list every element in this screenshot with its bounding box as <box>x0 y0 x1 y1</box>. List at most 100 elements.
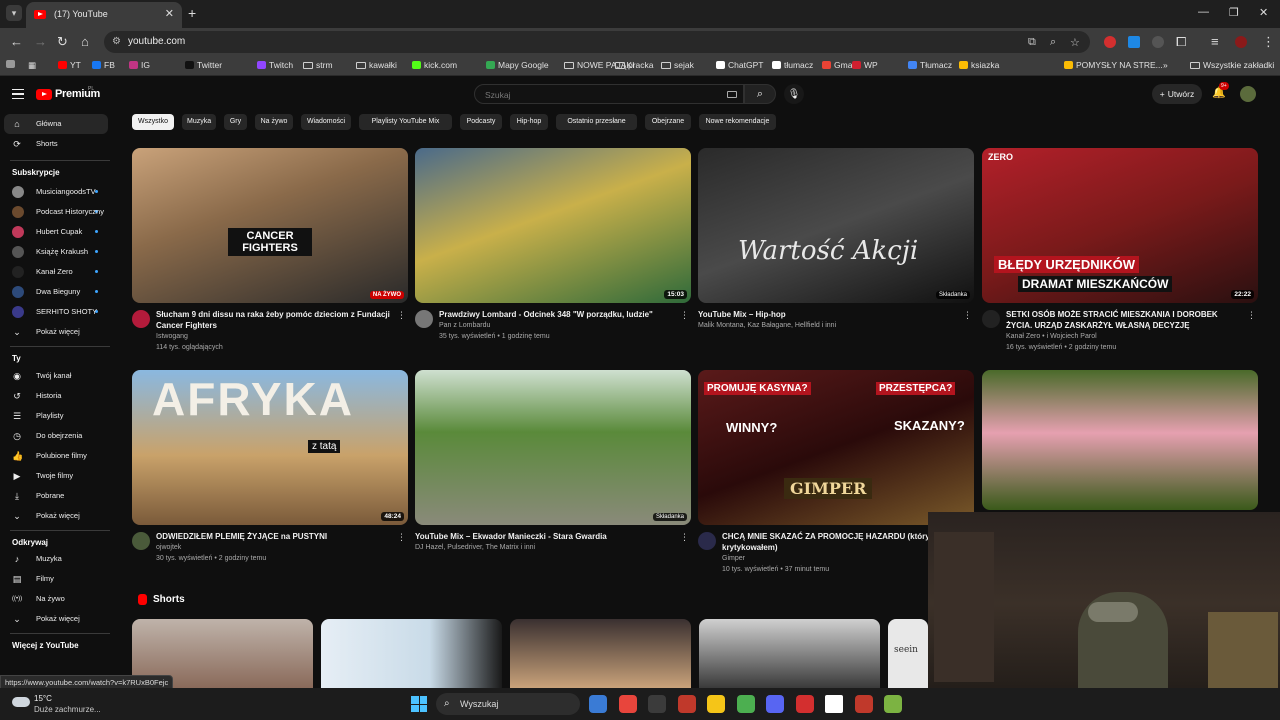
video-thumbnail[interactable]: AFRYKA z tatą 48:24 <box>132 370 408 525</box>
short-thumbnail[interactable] <box>510 619 691 688</box>
sidebar-item[interactable]: ↺ Historia <box>4 386 108 406</box>
forward-icon[interactable]: → <box>34 34 47 49</box>
cloud-icon[interactable] <box>12 697 30 707</box>
browser-tab-youtube[interactable]: (17) YouTube ✕ <box>26 2 182 28</box>
bookmark-item[interactable]: FB <box>92 60 115 70</box>
video-thumbnail[interactable] <box>982 370 1258 510</box>
video-thumbnail[interactable]: PROMUJĘ KASYNA? PRZESTĘPCA? WINNY? SKAZANY?… <box>698 370 974 525</box>
record-extension-icon[interactable] <box>1104 36 1116 48</box>
sidebar-item[interactable]: ◉ Twój kanał <box>4 366 108 386</box>
taskbar-app-icon[interactable] <box>677 695 696 713</box>
channel-name[interactable]: Gimper <box>722 555 745 562</box>
all-bookmarks[interactable]: Wszystkie zakładki <box>1190 60 1274 70</box>
more-actions-icon[interactable]: ⋮ <box>680 532 689 543</box>
video-card[interactable]: AFRYKA z tatą 48:24 ODWIEDZIŁEM PLEMIĘ ŻYJĄ… <box>132 370 408 580</box>
sidebar-item[interactable]: ♪ Muzyka <box>4 549 108 569</box>
video-card[interactable]: ZERO BŁĘDY URZĘDNIKÓW DRAMAT MIESZKAŃCÓW 22… <box>982 148 1258 358</box>
voice-search-icon[interactable]: 🎙 <box>784 84 804 104</box>
video-card[interactable]: 15:03 Prawdziwy Lombard - Odcinek 348 "W … <box>415 148 691 358</box>
subscription-item[interactable]: SERHITO SHOTY <box>4 302 108 322</box>
start-windows-icon[interactable] <box>411 696 427 712</box>
reload-icon[interactable]: ↻ <box>57 34 68 50</box>
taskbar-app-icon[interactable] <box>589 695 607 713</box>
bookmark-item[interactable]: sejak <box>661 60 694 70</box>
filter-chip[interactable]: Playlisty YouTube Mix <box>359 114 452 130</box>
bookmark-item[interactable]: pracka <box>615 60 654 70</box>
taskbar-app-icon[interactable] <box>884 695 902 713</box>
video-thumbnail[interactable]: Składanka <box>415 370 691 525</box>
channel-avatar[interactable] <box>982 310 1000 328</box>
short-thumbnail[interactable] <box>321 619 502 688</box>
taskbar-app-icon[interactable] <box>736 695 755 713</box>
apps-grid-icon[interactable] <box>6 60 15 68</box>
account-avatar[interactable] <box>1240 86 1256 102</box>
sidebar-item[interactable]: ((•)) Na żywo <box>4 589 108 609</box>
channel-name[interactable]: DJ Hazel, Pulsedriver, The Matrix i inni <box>415 544 535 551</box>
more-actions-icon[interactable]: ⋮ <box>963 310 972 321</box>
sidebar-item[interactable]: ⌄ Pokaż więcej <box>4 609 108 629</box>
channel-name[interactable]: Kanał Zero • i Wojciech Parol <box>1006 333 1097 340</box>
video-thumbnail[interactable]: Wartość Akcji Składanka <box>698 148 974 303</box>
taskbar-app-icon[interactable] <box>854 695 873 713</box>
profile-avatar[interactable] <box>1235 36 1247 48</box>
video-thumbnail[interactable]: ZERO BŁĘDY URZĘDNIKÓW DRAMAT MIESZKAŃCÓW 22… <box>982 148 1258 303</box>
subscription-item[interactable]: Podcast Historyczny <box>4 202 108 222</box>
bookmark-item[interactable]: Mapy Google <box>486 60 549 70</box>
subscription-item[interactable]: Dwa Bieguny <box>4 282 108 302</box>
weather-temp[interactable]: 15°C <box>34 694 52 703</box>
video-card[interactable] <box>982 370 1258 510</box>
create-button[interactable]: + Utwórz <box>1152 84 1202 104</box>
you-heading[interactable]: Ty <box>12 354 21 363</box>
more-actions-icon[interactable]: ⋮ <box>680 310 689 321</box>
video-card[interactable]: Wartość Akcji Składanka YouTube Mix – Hip-… <box>698 148 974 358</box>
channel-name[interactable]: ojwojtek <box>156 544 181 551</box>
filter-chip[interactable]: Muzyka <box>182 114 216 130</box>
filter-chip[interactable]: Gry <box>224 114 247 130</box>
apps-grid-icon[interactable]: ▦ <box>28 60 36 71</box>
short-thumbnail[interactable] <box>699 619 880 688</box>
taskbar-search[interactable]: ⌕ Wyszukaj <box>436 693 580 715</box>
subscription-item[interactable]: Kanał Zero <box>4 262 108 282</box>
sidebar-item[interactable]: ▶ Twoje filmy <box>4 466 108 486</box>
taskbar-app-icon[interactable] <box>825 695 843 713</box>
taskbar-app-icon[interactable] <box>648 695 666 713</box>
search-input[interactable]: Szukaj <box>474 84 744 104</box>
video-title[interactable]: SETKI OSÓB MOŻE STRACIĆ MIESZKANIA I DOR… <box>1006 309 1242 331</box>
video-card[interactable]: Składanka YouTube Mix – Ekwador Manieczki… <box>415 370 691 580</box>
taskbar-app-icon[interactable] <box>618 695 637 713</box>
sidebar-item-shorts[interactable]: ⟳ Shorts <box>4 134 108 154</box>
sidebar-item-główna[interactable]: ⌂ Główna <box>4 114 108 134</box>
browser-menu-icon[interactable]: ⋮ <box>1262 34 1275 50</box>
taskbar-app-icon[interactable] <box>707 695 725 713</box>
address-bar[interactable]: ⚙ youtube.com ⧉ ⌕ ☆ <box>104 31 1090 53</box>
filter-chip[interactable]: Obejrzane <box>645 114 691 130</box>
filter-chip[interactable]: Na żywo <box>255 114 293 130</box>
bookmark-item[interactable]: POMYSŁY NA STRE... <box>1064 60 1163 70</box>
more-actions-icon[interactable]: ⋮ <box>397 310 406 321</box>
channel-avatar[interactable] <box>132 532 150 550</box>
keyboard-icon[interactable] <box>727 91 737 98</box>
minimize-icon[interactable]: — <box>1198 6 1209 18</box>
bookmark-item[interactable]: Twitch <box>257 60 293 70</box>
video-title[interactable]: YouTube Mix – Ekwador Manieczki - Stara … <box>415 531 651 542</box>
extension-icon[interactable] <box>1128 36 1140 48</box>
window-close-icon[interactable]: ✕ <box>1259 6 1268 19</box>
bookmark-item[interactable]: kawałki <box>356 60 397 70</box>
short-thumbnail[interactable]: seein <box>888 619 928 688</box>
filter-chip[interactable]: Wiadomości <box>301 114 351 130</box>
extensions-puzzle-icon[interactable]: ⧠ <box>1176 34 1186 50</box>
channel-avatar[interactable] <box>698 532 716 550</box>
taskbar-app-icon[interactable] <box>766 695 784 713</box>
filter-chip[interactable]: Podcasty <box>460 114 502 130</box>
video-thumbnail[interactable]: CANCER FIGHTERS NA ŻYWO <box>132 148 408 303</box>
subscriptions-heading[interactable]: Subskrypcje <box>12 168 60 177</box>
back-icon[interactable]: ← <box>10 34 23 49</box>
video-title[interactable]: Prawdziwy Lombard - Odcinek 348 "W porzą… <box>439 309 675 320</box>
zoom-icon[interactable]: ⌕ <box>1050 36 1056 49</box>
bookmark-item[interactable]: strm <box>303 60 333 70</box>
site-info-icon[interactable]: ⚙ <box>112 36 121 47</box>
channel-name[interactable]: Malik Montana, Kaz Bałagane, Hellfield i… <box>698 322 836 329</box>
bookmark-item[interactable]: ChatGPT <box>716 60 763 70</box>
sidebar-item[interactable]: ▤ Filmy <box>4 569 108 589</box>
tab-search-button[interactable]: ▾ <box>6 5 22 21</box>
